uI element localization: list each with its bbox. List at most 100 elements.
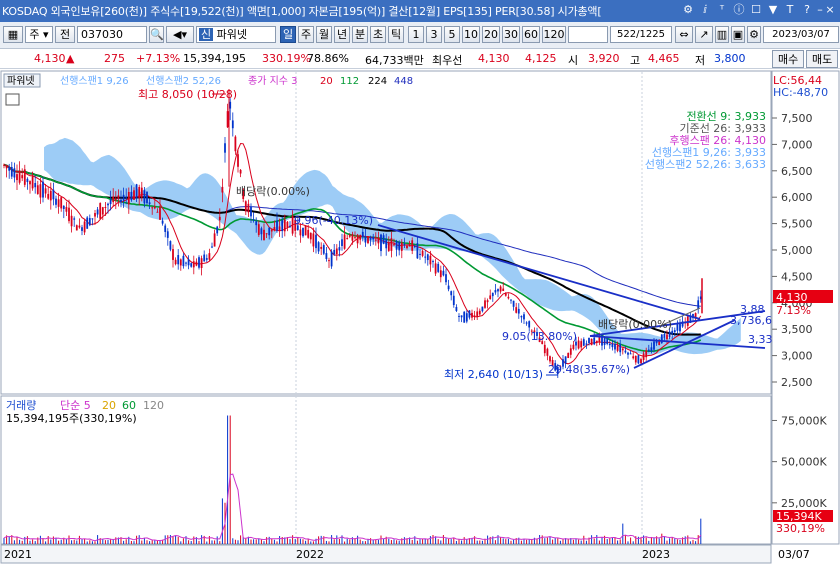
interval-3[interactable]: 3 — [426, 26, 442, 43]
candle-body — [52, 189, 55, 200]
candle-body — [239, 169, 242, 174]
count-field[interactable]: 522/1225 — [610, 26, 672, 43]
candle-body — [281, 220, 284, 232]
candle-body — [47, 193, 50, 199]
candle-body — [250, 206, 252, 217]
candle-body — [36, 185, 39, 194]
close-icon[interactable]: × — [824, 2, 836, 18]
candle-body — [478, 310, 481, 315]
candle-body — [114, 198, 117, 201]
chart-svg[interactable]: 파워넷 선행스팬1 9,26 선행스팬2 52,26 종가 지수 3 20 11… — [0, 68, 840, 564]
candle-body — [330, 251, 333, 267]
interval-1[interactable]: 1 — [408, 26, 424, 43]
settings-icon[interactable]: ⚙ — [680, 2, 696, 18]
help-circle-icon[interactable]: ⓘ — [731, 2, 747, 18]
candle-body — [598, 336, 601, 343]
candle-body — [127, 191, 130, 205]
candle-body — [156, 211, 159, 213]
interval-20[interactable]: 20 — [482, 26, 500, 43]
interval-60[interactable]: 60 — [522, 26, 540, 43]
candle-body — [203, 254, 206, 262]
tab-second[interactable]: 초 — [370, 26, 386, 43]
speaker-icon[interactable]: ◀▾ — [166, 26, 194, 43]
stock-name-field[interactable]: 신 파워넷 — [196, 26, 276, 43]
candle-body — [624, 350, 627, 353]
candle-body — [567, 352, 570, 359]
tab-day[interactable]: 일 — [280, 26, 296, 43]
candle-body — [494, 290, 497, 293]
candle-body — [62, 205, 65, 209]
candle-body — [289, 225, 291, 227]
color-icon[interactable]: ▥ — [715, 26, 729, 43]
candle-body — [5, 166, 8, 169]
candle-body — [42, 181, 44, 198]
candle-body — [21, 175, 24, 179]
gear-icon[interactable]: ⚙ — [747, 26, 761, 43]
open-price: 3,920 — [588, 52, 620, 65]
candle-body — [486, 300, 489, 303]
interval-30[interactable]: 30 — [502, 26, 520, 43]
candle-body — [400, 242, 403, 251]
blank-field[interactable] — [568, 26, 608, 43]
candle-body — [263, 229, 265, 241]
dropdown-icon[interactable]: ▼ — [765, 2, 781, 18]
hc-label: HC:-48,70 — [773, 86, 828, 99]
candle-body — [434, 263, 437, 274]
text-icon[interactable]: T — [782, 2, 798, 18]
candle-body — [359, 235, 362, 240]
tab-year[interactable]: 년 — [334, 26, 350, 43]
code-input[interactable]: 037030 — [77, 26, 147, 43]
top-tag: 파워넷 — [7, 74, 35, 87]
candle-body — [361, 231, 364, 238]
prev-button[interactable]: 전 — [55, 26, 75, 43]
candle-body — [268, 227, 271, 236]
chart-area[interactable]: 파워넷 선행스팬1 9,26 선행스팬2 52,26 종가 지수 3 20 11… — [0, 68, 840, 564]
candle-body — [200, 258, 203, 269]
draw-icon[interactable]: ↗ — [695, 26, 713, 43]
candle-body — [78, 225, 81, 228]
interval-5[interactable]: 5 — [444, 26, 460, 43]
candle-body — [161, 220, 164, 224]
candle-body — [125, 196, 128, 198]
candle-body — [260, 228, 263, 235]
interval-10[interactable]: 10 — [462, 26, 480, 43]
window-box-icon[interactable]: ☐ — [748, 2, 764, 18]
sell-button[interactable]: 매도 — [806, 50, 839, 68]
market-select[interactable]: 주 ▾ — [25, 26, 53, 43]
candle-body — [403, 243, 406, 246]
tab-month[interactable]: 월 — [316, 26, 332, 43]
scroll-icon[interactable]: ⇔ — [675, 26, 693, 43]
candle-body — [502, 288, 505, 292]
candle-body — [663, 334, 666, 338]
candle-body — [458, 315, 460, 317]
legend-ma20: 20 — [320, 76, 333, 87]
buy-button[interactable]: 매수 — [772, 50, 805, 68]
candle-body — [653, 341, 655, 350]
table-icon[interactable] — [5, 93, 20, 106]
candle-body — [195, 261, 198, 266]
candle-body — [442, 270, 445, 276]
info-icon[interactable]: ⅈ — [697, 2, 713, 18]
tab-minute[interactable]: 분 — [352, 26, 368, 43]
legend-ma448: 448 — [394, 76, 413, 87]
interval-120[interactable]: 120 — [542, 26, 566, 43]
legend-ma-label: 종가 지수 3 — [248, 75, 298, 87]
tab-week[interactable]: 주 — [298, 26, 314, 43]
candle-body — [439, 270, 442, 278]
candle-body — [419, 253, 421, 255]
candle-body — [185, 262, 187, 264]
candle-body — [666, 334, 668, 340]
candle-body — [83, 221, 86, 233]
date-field[interactable]: 2023/03/07 — [763, 26, 839, 43]
layout-icon[interactable]: ▦ — [3, 26, 23, 43]
candle-body — [278, 226, 281, 231]
tab-tick[interactable]: 틱 — [388, 26, 404, 43]
candle-body — [112, 196, 115, 203]
candle-body — [10, 167, 13, 177]
indicator-icon[interactable]: ᵀ — [714, 2, 730, 18]
save-icon[interactable]: ▣ — [731, 26, 745, 43]
best-label: 최우선 — [432, 54, 463, 67]
search-icon[interactable]: 🔍 — [149, 26, 164, 43]
candle-body — [679, 323, 681, 332]
candle-body — [369, 237, 372, 240]
